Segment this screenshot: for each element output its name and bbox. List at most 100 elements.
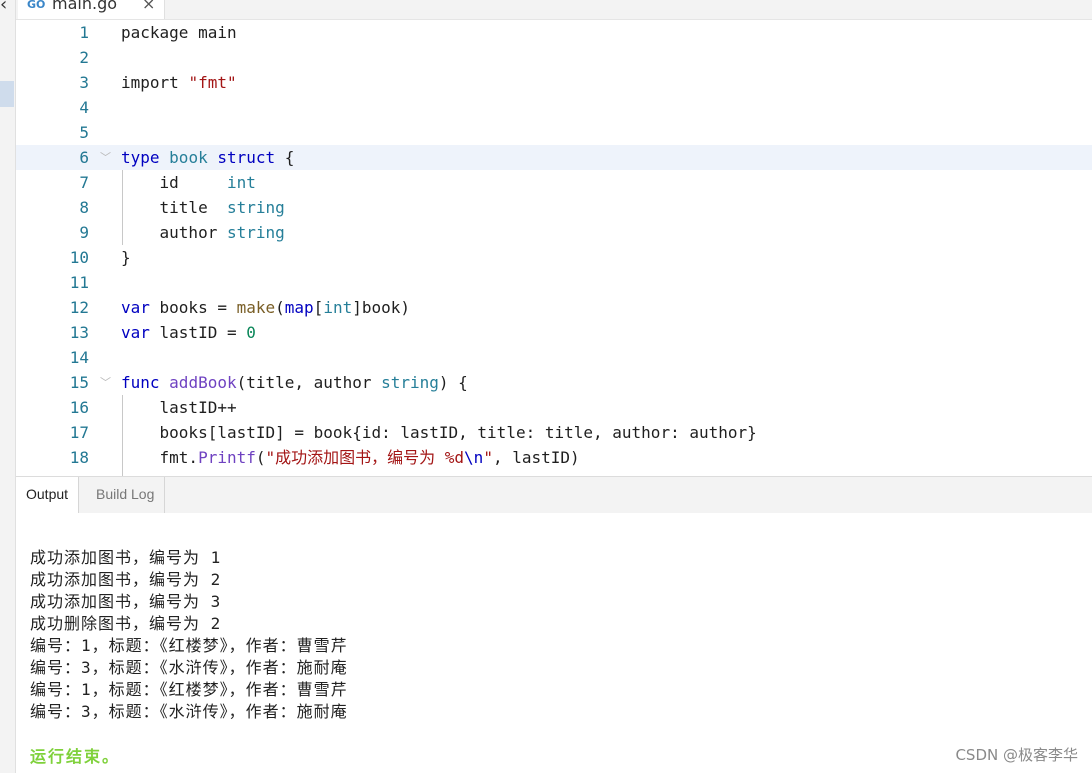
- line-number: 18: [69, 448, 89, 467]
- output-line: 成功添加图书，编号为 2: [30, 570, 222, 589]
- tab-filename: main.go: [52, 0, 118, 13]
- code-token: lastID =: [159, 323, 247, 342]
- code-token: {: [275, 148, 295, 167]
- line-number: 6: [79, 148, 89, 167]
- code-line[interactable]: 7 id int: [16, 170, 1092, 195]
- gutter-selection: [0, 81, 14, 107]
- go-icon: GO: [27, 0, 46, 11]
- code-token: string: [226, 223, 285, 242]
- code-line[interactable]: 9 author string: [16, 220, 1092, 245]
- code-text: }: [121, 245, 131, 270]
- line-number: 13: [69, 323, 89, 342]
- code-token: (title, author: [236, 373, 382, 392]
- code-token: ": [483, 448, 493, 467]
- code-token: title: [121, 198, 227, 217]
- code-token: author: [121, 223, 227, 242]
- line-number: 9: [79, 223, 89, 242]
- code-text: lastID++: [121, 395, 237, 420]
- code-line[interactable]: 12 var books = make(map[int]book): [16, 295, 1092, 320]
- code-text: title string: [121, 195, 285, 220]
- code-line[interactable]: 5: [16, 120, 1092, 145]
- code-line[interactable]: 15 ﹀ func addBook(title, author string) {: [16, 370, 1092, 395]
- code-token: }: [121, 248, 131, 267]
- code-token: fmt.: [121, 448, 199, 467]
- line-number: 16: [69, 398, 89, 417]
- code-token: main: [188, 23, 237, 42]
- code-line[interactable]: 4: [16, 95, 1092, 120]
- code-line[interactable]: 16 lastID++: [16, 395, 1092, 420]
- code-token: lastID++: [121, 398, 237, 417]
- code-token: int: [226, 173, 256, 192]
- code-token: "fmt": [188, 73, 237, 92]
- code-token: var: [121, 323, 160, 342]
- close-icon[interactable]: ×: [142, 0, 155, 14]
- watermark: CSDN @极客李华: [955, 746, 1078, 764]
- fold-chevron-icon[interactable]: ﹀: [100, 145, 111, 170]
- code-line[interactable]: 11: [16, 270, 1092, 295]
- code-text: var books = make(map[int]book): [121, 295, 410, 320]
- output-line: 编号：1，标题：《红楼梦》，作者：曹雪芹: [30, 680, 348, 699]
- code-token: import: [121, 73, 189, 92]
- code-token: var: [121, 298, 160, 317]
- run-finished-text: 运行结束。: [30, 747, 121, 766]
- code-token: make: [236, 298, 276, 317]
- code-text: import "fmt": [121, 70, 237, 95]
- code-token: "成功添加图书，编号为 %d: [265, 448, 465, 467]
- code-token: func: [121, 373, 170, 392]
- tab-build-log[interactable]: Build Log: [86, 477, 166, 513]
- output-line: 编号：1，标题：《红楼梦》，作者：曹雪芹: [30, 636, 348, 655]
- code-text: var lastID = 0: [121, 320, 256, 345]
- code-token: ) {: [438, 373, 468, 392]
- code-line[interactable]: 14: [16, 345, 1092, 370]
- code-token: string: [381, 373, 439, 392]
- code-line[interactable]: 6 ﹀ type book struct {: [16, 145, 1092, 170]
- tab-output[interactable]: Output: [16, 477, 80, 513]
- output-line: 编号：3，标题：《水浒传》，作者：施耐庵: [30, 702, 348, 721]
- code-editor[interactable]: 1 package main 2 3 import "fmt" 4 5 6 ﹀ type book…: [16, 20, 1092, 476]
- activity-gutter: ‹: [0, 0, 16, 773]
- code-token: Printf: [198, 448, 256, 467]
- code-line[interactable]: 18 fmt.Printf("成功添加图书，编号为 %d\n", lastID): [16, 445, 1092, 470]
- output-line: 编号：3，标题：《水浒传》，作者：施耐庵: [30, 658, 348, 677]
- code-token: type: [121, 148, 170, 167]
- editor-tab-bar: GO main.go ×: [16, 0, 1092, 20]
- code-text: fmt.Printf("成功添加图书，编号为 %d\n", lastID): [121, 445, 580, 470]
- line-number: 8: [79, 198, 89, 217]
- code-line[interactable]: 2: [16, 45, 1092, 70]
- code-line[interactable]: 10}: [16, 245, 1092, 270]
- code-text: author string: [121, 220, 285, 245]
- code-text: package main: [121, 20, 237, 45]
- line-number: 4: [79, 98, 89, 117]
- output-panel: 运行结束。 成功添加图书，编号为 1 成功添加图书，编号为 2 成功添加图书，编号为…: [16, 513, 1092, 773]
- code-token: struct: [217, 148, 276, 167]
- output-line: 成功添加图书，编号为 1: [30, 548, 222, 567]
- output-line: 成功添加图书，编号为 3: [30, 592, 222, 611]
- code-token: 0: [246, 323, 256, 342]
- line-number: 3: [79, 73, 89, 92]
- code-token: books[lastID] = book{id: lastID, title: …: [121, 423, 757, 442]
- panel-tab-bar: Output Build Log: [16, 476, 1092, 514]
- line-number: 12: [69, 298, 89, 317]
- code-token: addBook: [169, 373, 237, 392]
- code-token: package: [121, 23, 189, 42]
- line-number: 15: [69, 373, 89, 392]
- code-token: \n: [464, 448, 484, 467]
- line-number: 1: [79, 23, 89, 42]
- tab-main-go[interactable]: GO main.go ×: [18, 0, 165, 19]
- code-line[interactable]: 17 books[lastID] = book{id: lastID, titl…: [16, 420, 1092, 445]
- code-line[interactable]: 13 var lastID = 0: [16, 320, 1092, 345]
- code-token: (: [275, 298, 285, 317]
- indent-guide: [122, 395, 123, 476]
- line-number: 5: [79, 123, 89, 142]
- code-line[interactable]: 3 import "fmt": [16, 70, 1092, 95]
- code-line[interactable]: 1 package main: [16, 20, 1092, 45]
- chevron-left-icon[interactable]: ‹: [0, 0, 7, 15]
- line-number: 17: [69, 423, 89, 442]
- code-token: map: [284, 298, 314, 317]
- line-number: 7: [79, 173, 89, 192]
- output-line: 成功删除图书，编号为 2: [30, 614, 222, 633]
- code-text: func addBook(title, author string) {: [121, 370, 468, 395]
- fold-chevron-icon[interactable]: ﹀: [100, 370, 111, 395]
- code-line[interactable]: 8 title string: [16, 195, 1092, 220]
- code-token: books =: [159, 298, 237, 317]
